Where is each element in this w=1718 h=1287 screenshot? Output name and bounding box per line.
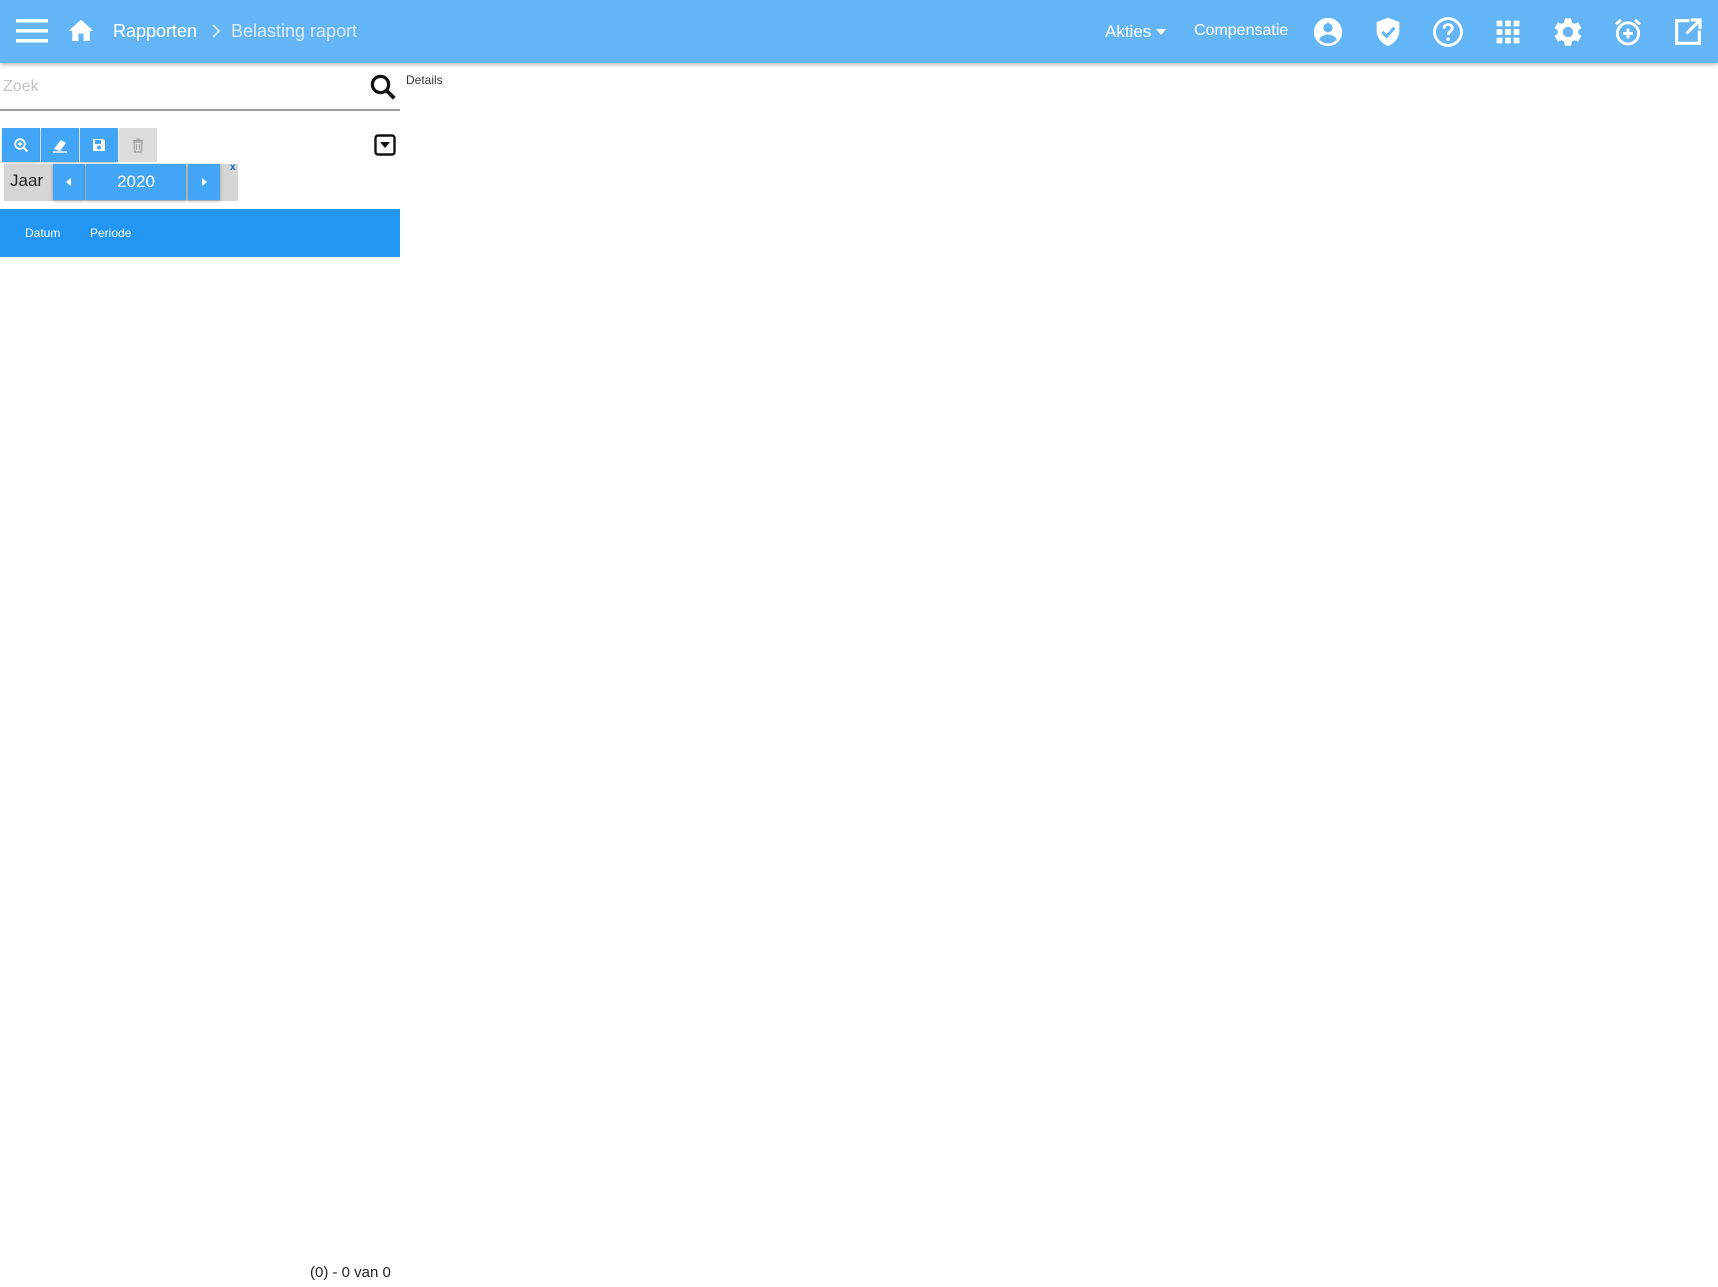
alarm-plus-icon[interactable] — [1611, 15, 1645, 49]
year-next-button[interactable] — [188, 164, 220, 200]
column-header-periode[interactable]: Periode — [90, 226, 131, 240]
save-filter-button[interactable] — [80, 128, 118, 162]
delete-filter-button — [119, 128, 157, 162]
search-input[interactable] — [0, 69, 366, 105]
account-circle-icon[interactable] — [1311, 15, 1345, 49]
settings-gear-icon[interactable] — [1551, 15, 1585, 49]
eraser-icon — [53, 140, 67, 153]
open-in-new-icon[interactable] — [1671, 15, 1705, 49]
caret-down-icon — [1156, 29, 1167, 35]
year-filter: Jaar 2020 x — [4, 162, 238, 201]
breadcrumb-current: Belasting raport — [231, 21, 358, 41]
year-filter-label: Jaar — [10, 171, 44, 190]
search-icon[interactable] — [368, 72, 398, 102]
column-header-datum[interactable]: Datum — [25, 226, 60, 240]
compensatie-link[interactable]: Compensatie — [1194, 22, 1288, 40]
help-circle-icon[interactable] — [1431, 15, 1465, 49]
caret-right-icon — [202, 178, 207, 186]
breadcrumb-parent[interactable]: Rapporten — [113, 21, 197, 42]
delete-icon — [133, 138, 143, 153]
year-previous-button[interactable] — [53, 164, 85, 200]
akties-label: Akties — [1105, 22, 1152, 41]
menu-icon[interactable] — [12, 14, 52, 48]
year-value[interactable]: 2020 — [86, 164, 186, 200]
details-label: Details — [406, 73, 443, 87]
year-filter-close[interactable]: x — [230, 162, 236, 173]
collapse-filter-icon[interactable] — [373, 133, 397, 157]
apps-grid-icon[interactable] — [1491, 15, 1525, 49]
save-icon — [93, 139, 105, 151]
top-app-bar: Rapporten Belasting raport Akties Compen… — [0, 0, 1718, 63]
shield-check-icon[interactable] — [1371, 15, 1405, 49]
chevron-right-icon — [208, 18, 224, 44]
clear-filter-button[interactable] — [41, 128, 79, 162]
home-icon[interactable] — [66, 16, 96, 46]
filter-toolbar — [2, 128, 158, 162]
caret-left-icon — [66, 178, 71, 186]
search-bar — [0, 67, 400, 111]
pager-status: (0) - 0 van 0 — [310, 1264, 391, 1281]
zoom-icon — [14, 138, 29, 153]
zoom-search-button[interactable] — [2, 128, 40, 162]
akties-dropdown[interactable]: Akties — [1105, 22, 1167, 42]
table-header: Datum Periode — [0, 209, 400, 257]
